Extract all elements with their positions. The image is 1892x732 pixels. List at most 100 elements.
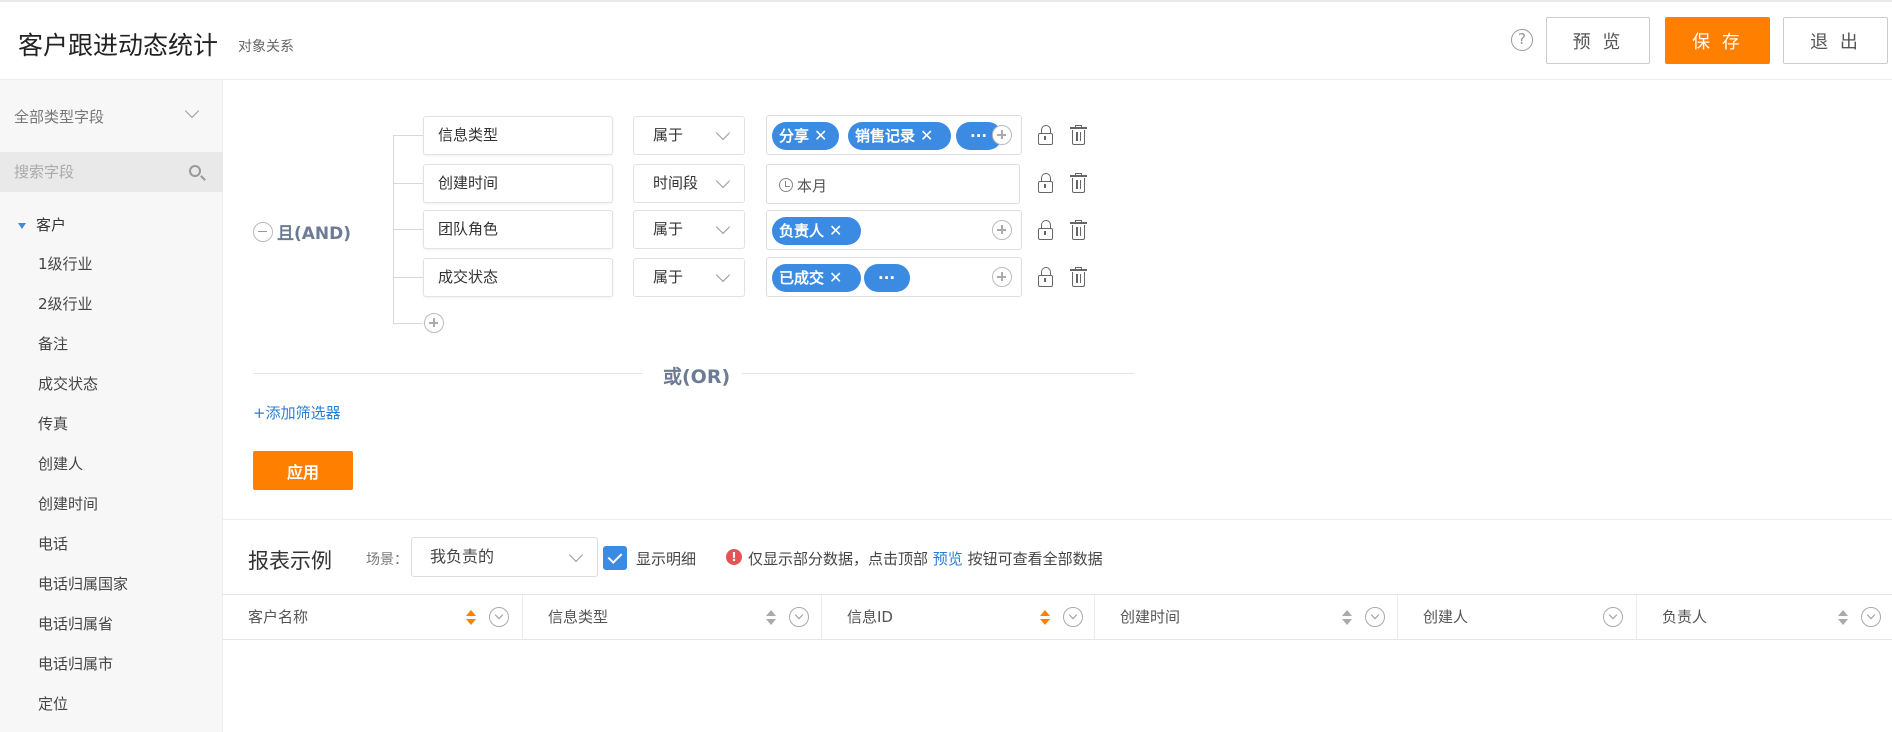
tree-connector xyxy=(393,277,423,278)
unlock-icon[interactable] xyxy=(1038,220,1053,240)
sort-icon[interactable] xyxy=(766,610,776,626)
value-tag[interactable]: 销售记录 ✕ xyxy=(848,122,951,150)
sidebar-item[interactable]: 创建时间 xyxy=(38,493,98,514)
trash-icon[interactable] xyxy=(1070,125,1087,145)
or-divider-right xyxy=(742,373,1134,374)
notice-preview-link[interactable]: 预览 xyxy=(933,550,963,568)
unlock-icon[interactable] xyxy=(1038,173,1053,193)
column-menu-icon[interactable] xyxy=(789,607,809,627)
unlock-icon[interactable] xyxy=(1038,267,1053,287)
sort-icon[interactable] xyxy=(1040,610,1050,626)
or-divider-left xyxy=(253,373,643,374)
close-icon[interactable]: ✕ xyxy=(920,126,933,145)
sidebar-item[interactable]: 2级行业 xyxy=(38,293,93,314)
column-header[interactable]: 客户名称 xyxy=(223,595,522,640)
column-header-label: 负责人 xyxy=(1662,608,1708,626)
more-tags-badge[interactable]: ··· xyxy=(864,264,910,292)
filter-operator-select[interactable]: 属于 xyxy=(633,116,745,155)
column-menu-icon[interactable] xyxy=(489,607,509,627)
preview-button[interactable]: 预 览 xyxy=(1546,17,1650,64)
sort-icon[interactable] xyxy=(1838,610,1848,626)
sidebar-item[interactable]: 电话归属国家 xyxy=(38,573,128,594)
sidebar-item[interactable]: 创建人 xyxy=(38,453,83,474)
top-header: 客户跟进动态统计 对象关系 ? 预 览 保 存 退 出 xyxy=(0,0,1892,80)
sidebar-item[interactable]: 电话 xyxy=(38,533,68,554)
filter-field-select[interactable]: 信息类型 xyxy=(423,116,613,155)
column-header[interactable]: 负责人 xyxy=(1636,595,1892,640)
report-table-header: 客户名称 信息类型 信息ID 创建时间 创建人 负责人 xyxy=(223,594,1892,640)
sidebar-item[interactable]: 电话归属市 xyxy=(38,653,113,674)
apply-button[interactable]: 应用 xyxy=(253,451,353,490)
report-title: 报表示例 xyxy=(248,549,332,573)
close-icon[interactable]: ✕ xyxy=(814,126,827,145)
column-header-label: 信息ID xyxy=(847,608,893,626)
column-header-label: 创建时间 xyxy=(1120,608,1181,626)
column-header[interactable]: 创建时间 xyxy=(1094,595,1397,640)
value-tag-label: 负责人 xyxy=(779,222,825,240)
trash-icon[interactable] xyxy=(1070,173,1087,193)
filter-field-select[interactable]: 创建时间 xyxy=(423,164,613,203)
save-button[interactable]: 保 存 xyxy=(1665,17,1770,64)
column-menu-icon[interactable] xyxy=(1603,607,1623,627)
add-value-plus-icon[interactable] xyxy=(992,220,1012,240)
sidebar-item[interactable]: 1级行业 xyxy=(38,253,93,274)
filter-operator-value: 属于 xyxy=(653,126,684,144)
filter-value-box[interactable]: 分享 ✕ 销售记录 ✕ ··· xyxy=(766,115,1022,155)
sidebar-item[interactable]: 成交状态 xyxy=(38,373,98,394)
filter-operator-select[interactable]: 属于 xyxy=(633,210,745,249)
sidebar-item[interactable]: 传真 xyxy=(38,413,68,434)
add-condition-plus-icon[interactable] xyxy=(424,313,444,333)
filter-field-select[interactable]: 团队角色 xyxy=(423,210,613,249)
tree-connector xyxy=(393,323,423,324)
search-icon[interactable] xyxy=(189,165,201,177)
show-detail-checkbox[interactable] xyxy=(603,546,627,570)
exit-button[interactable]: 退 出 xyxy=(1783,17,1888,64)
unlock-icon[interactable] xyxy=(1038,125,1053,145)
value-tag[interactable]: 已成交 ✕ xyxy=(772,264,861,292)
field-type-select[interactable]: 全部类型字段 xyxy=(0,80,223,152)
value-tag[interactable]: 负责人 ✕ xyxy=(772,217,861,245)
trash-icon[interactable] xyxy=(1070,220,1087,240)
tree-connector xyxy=(393,135,423,136)
column-header-label: 客户名称 xyxy=(248,608,309,626)
column-header[interactable]: 信息类型 xyxy=(522,595,821,640)
field-search-input[interactable] xyxy=(14,160,184,184)
sidebar-item[interactable]: 电话归属省 xyxy=(38,613,113,634)
value-tag[interactable]: 分享 ✕ xyxy=(772,122,839,150)
show-detail-label: 显示明细 xyxy=(636,550,697,568)
add-value-plus-icon[interactable] xyxy=(992,125,1012,145)
filter-operator-select[interactable]: 时间段 xyxy=(633,164,745,203)
sort-icon[interactable] xyxy=(466,610,476,626)
column-menu-icon[interactable] xyxy=(1365,607,1385,627)
date-range-value: 本月 xyxy=(797,177,828,195)
scene-select[interactable]: 我负责的 xyxy=(411,537,598,577)
sidebar-group-customer[interactable]: 客户 xyxy=(18,214,66,235)
scene-label: 场景： xyxy=(366,552,408,568)
column-header[interactable]: 信息ID xyxy=(821,595,1094,640)
tree-connector xyxy=(393,183,423,184)
column-header[interactable]: 创建人 xyxy=(1397,595,1636,640)
filter-field-select[interactable]: 成交状态 xyxy=(423,258,613,297)
add-filter-link[interactable]: +添加筛选器 xyxy=(253,402,341,423)
help-icon[interactable]: ? xyxy=(1511,29,1533,51)
filter-value-box[interactable]: 已成交 ✕ ··· xyxy=(766,257,1022,297)
and-group-toggle[interactable]: 且(AND) xyxy=(253,219,351,244)
trash-icon[interactable] xyxy=(1070,267,1087,287)
column-menu-icon[interactable] xyxy=(1861,607,1881,627)
chevron-down-icon xyxy=(715,219,731,235)
sort-icon[interactable] xyxy=(1342,610,1352,626)
notice-text: 按钮可查看全部数据 xyxy=(967,550,1103,568)
filter-date-value-box[interactable]: 本月 xyxy=(766,164,1020,204)
close-icon[interactable]: ✕ xyxy=(829,221,842,240)
column-menu-icon[interactable] xyxy=(1063,607,1083,627)
close-icon[interactable]: ✕ xyxy=(829,268,842,287)
filter-operator-select[interactable]: 属于 xyxy=(633,258,745,297)
filter-value-box[interactable]: 负责人 ✕ xyxy=(766,210,1022,250)
warning-icon: ! xyxy=(726,549,742,565)
chevron-down-icon xyxy=(715,125,731,141)
add-value-plus-icon[interactable] xyxy=(992,267,1012,287)
filter-operator-value: 时间段 xyxy=(653,174,699,192)
sidebar-item[interactable]: 定位 xyxy=(38,693,68,714)
sidebar-item[interactable]: 备注 xyxy=(38,333,68,354)
collapse-minus-icon[interactable] xyxy=(253,221,273,242)
